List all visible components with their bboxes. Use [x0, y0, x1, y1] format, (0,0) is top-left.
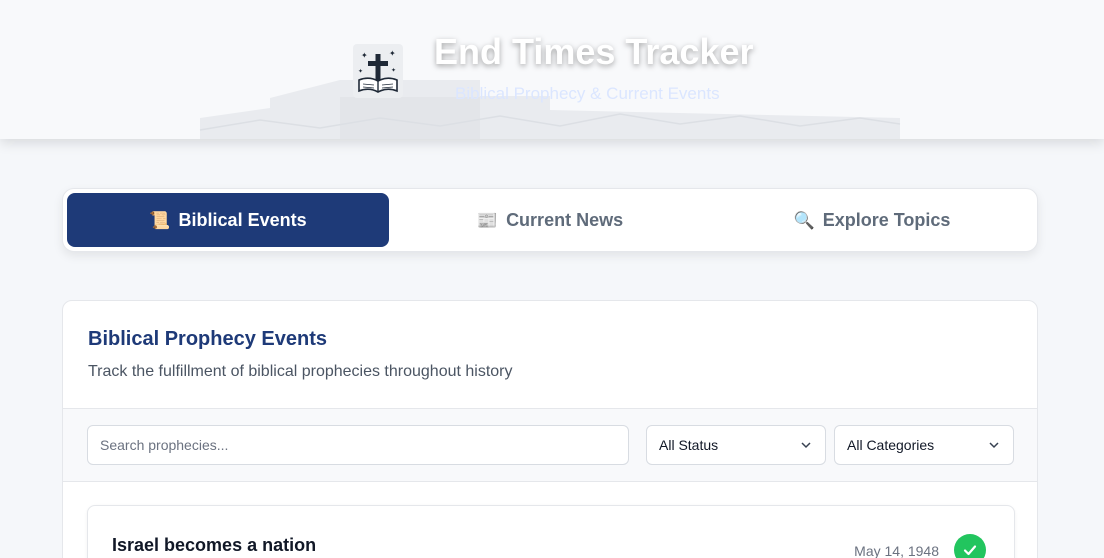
app-title: End Times Tracker: [434, 31, 754, 72]
app-subtitle: Biblical Prophecy & Current Events: [455, 84, 720, 103]
filter-bar: All Status All Categories: [63, 408, 1037, 482]
panel-header: Biblical Prophecy Events Track the fulfi…: [63, 301, 1037, 408]
chevron-down-icon: [801, 442, 811, 449]
svg-text:✦: ✦: [391, 67, 396, 74]
magnifier-icon: 🔍: [793, 210, 815, 230]
svg-text:✦: ✦: [358, 68, 363, 75]
prophecy-events-panel: Biblical Prophecy Events Track the fulfi…: [62, 300, 1038, 558]
event-date: May 14, 1948: [854, 543, 939, 558]
fulfilled-status-badge: [954, 534, 986, 558]
category-select-value: All Categories: [847, 437, 935, 453]
check-icon: [963, 545, 977, 556]
tab-label: Current News: [506, 209, 624, 230]
status-select-value: All Status: [659, 437, 719, 453]
app-header: ✦ ✦ ✦ ✦ End Times Tracker Biblical Proph…: [0, 0, 1104, 139]
main-tabs: 📜 Biblical Events 📰 Current News 🔍 Explo…: [62, 188, 1038, 252]
svg-text:✦: ✦: [361, 51, 368, 60]
tab-label: Biblical Events: [178, 209, 307, 230]
svg-text:✦: ✦: [389, 49, 396, 58]
scroll-icon: 📜: [149, 210, 171, 230]
event-card[interactable]: Israel becomes a nation May 14, 1948: [87, 505, 1015, 558]
section-description: Track the fulfillment of biblical prophe…: [88, 363, 513, 380]
tab-label: Explore Topics: [822, 209, 951, 230]
status-select[interactable]: All Status: [646, 425, 826, 465]
tab-explore-topics[interactable]: 🔍 Explore Topics: [711, 193, 1033, 247]
category-select[interactable]: All Categories: [834, 425, 1014, 465]
event-title: Israel becomes a nation: [112, 535, 317, 555]
tab-biblical-events[interactable]: 📜 Biblical Events: [67, 193, 389, 247]
chevron-down-icon: [989, 442, 999, 449]
section-title: Biblical Prophecy Events: [88, 328, 327, 350]
search-input[interactable]: [87, 425, 629, 465]
bible-cross-icon: ✦ ✦ ✦ ✦: [353, 44, 403, 98]
tab-current-news[interactable]: 📰 Current News: [389, 193, 711, 247]
newspaper-icon: 📰: [476, 210, 499, 230]
